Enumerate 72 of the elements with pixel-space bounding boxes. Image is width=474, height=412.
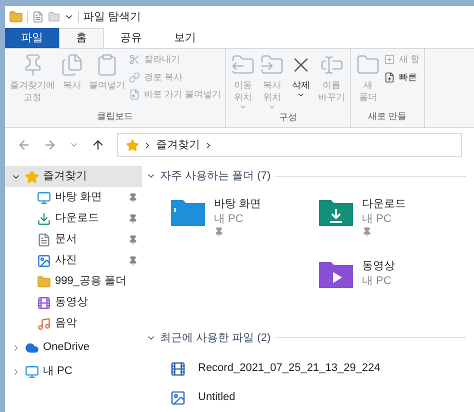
folder-location: 내 PC <box>362 274 392 289</box>
breadcrumb[interactable]: 즐겨찾기 <box>156 136 200 154</box>
download-icon <box>37 212 51 226</box>
folder-tile[interactable]: 다운로드 내 PC <box>362 196 406 236</box>
section-header[interactable]: 자주 사용하는 폴더 (7) <box>146 168 466 184</box>
window-title: 파일 탐색기 <box>83 10 142 25</box>
new-folder-icon[interactable] <box>48 11 60 23</box>
recent-file[interactable]: Record_2021_07_25_21_13_29_224 <box>198 360 380 377</box>
properties-icon[interactable] <box>32 11 44 23</box>
ribbon-tab[interactable]: 보기 <box>158 28 212 48</box>
link-icon <box>129 72 140 83</box>
caret-icon <box>239 103 248 111</box>
folder-name: 바탕 화면 <box>214 196 262 212</box>
pin-icon <box>128 234 138 244</box>
nav-item[interactable]: 동영상 <box>5 292 142 313</box>
chevron-icon <box>143 140 152 150</box>
folder-location: 내 PC <box>362 212 392 226</box>
nav-item[interactable]: 음악 <box>5 313 142 334</box>
star-icon <box>126 138 139 152</box>
new-file-icon <box>384 72 396 83</box>
caret-icon <box>297 91 306 99</box>
folder-location: 내 PC <box>214 212 244 226</box>
folder-tile[interactable]: 바탕 화면 내 PC <box>214 196 262 236</box>
pin-icon <box>362 226 372 236</box>
back-icon[interactable] <box>17 138 31 152</box>
nav-item[interactable]: 즐겨찾기 <box>5 166 142 187</box>
nav-item[interactable]: OneDrive <box>5 337 142 358</box>
ribbon-group-label: 클립보드 <box>96 110 134 122</box>
cloud-icon <box>25 340 39 354</box>
ribbon-group-label: 구성 <box>278 111 298 124</box>
folder-name: 다운로드 <box>362 196 406 212</box>
recent-file[interactable]: Untitled <box>198 389 236 406</box>
copy-icon <box>60 53 84 77</box>
address-bar[interactable]: 즐겨찾기 <box>117 133 462 157</box>
ribbon-button[interactable]: 삭제 <box>288 53 314 111</box>
shortcut-icon <box>129 89 140 100</box>
new-item-icon <box>384 54 396 66</box>
nav-item[interactable]: 다운로드 <box>5 208 142 229</box>
ribbon-group-label: 새로 만들 <box>367 110 408 122</box>
chevron-icon <box>204 140 213 150</box>
video-file-icon <box>170 360 186 376</box>
nav-item[interactable]: 내 PC <box>5 361 142 382</box>
ribbon-tab[interactable]: 홈 <box>59 28 104 48</box>
document-icon <box>37 232 51 246</box>
pin-icon <box>128 256 138 266</box>
pin-icon <box>128 192 138 202</box>
up-icon[interactable] <box>91 138 105 152</box>
music-icon <box>37 316 51 330</box>
nav-item[interactable]: 바탕 화면 <box>5 187 142 208</box>
folder-tile[interactable]: 동영상 내 PC <box>362 259 395 289</box>
pin-icon <box>214 226 224 236</box>
film-icon <box>37 296 51 310</box>
computer-icon <box>25 364 39 378</box>
folder-icon <box>9 10 23 24</box>
folder-name: 동영상 <box>362 259 395 274</box>
nav-item[interactable]: 사진 <box>5 250 142 271</box>
folder-icon <box>37 274 51 288</box>
picture-icon <box>37 254 51 268</box>
nav-item[interactable]: 문서 <box>5 229 142 250</box>
star-icon <box>25 170 39 184</box>
ribbon-button[interactable]: 빠른 <box>384 70 420 84</box>
forward-icon[interactable] <box>43 138 57 152</box>
section-header[interactable]: 최근에 사용한 파일 (2) <box>146 330 466 346</box>
nav-item[interactable]: 999_공용 폴더 <box>5 271 142 292</box>
video-folder-icon <box>318 259 354 289</box>
pin-icon <box>128 214 138 224</box>
ribbon-tab[interactable]: 공유 <box>104 28 158 48</box>
desktop-icon <box>37 190 51 204</box>
image-file-icon <box>170 390 186 406</box>
file-tab[interactable]: 파일 <box>5 28 59 48</box>
scissors-icon <box>129 54 140 66</box>
caret-icon <box>268 103 276 111</box>
